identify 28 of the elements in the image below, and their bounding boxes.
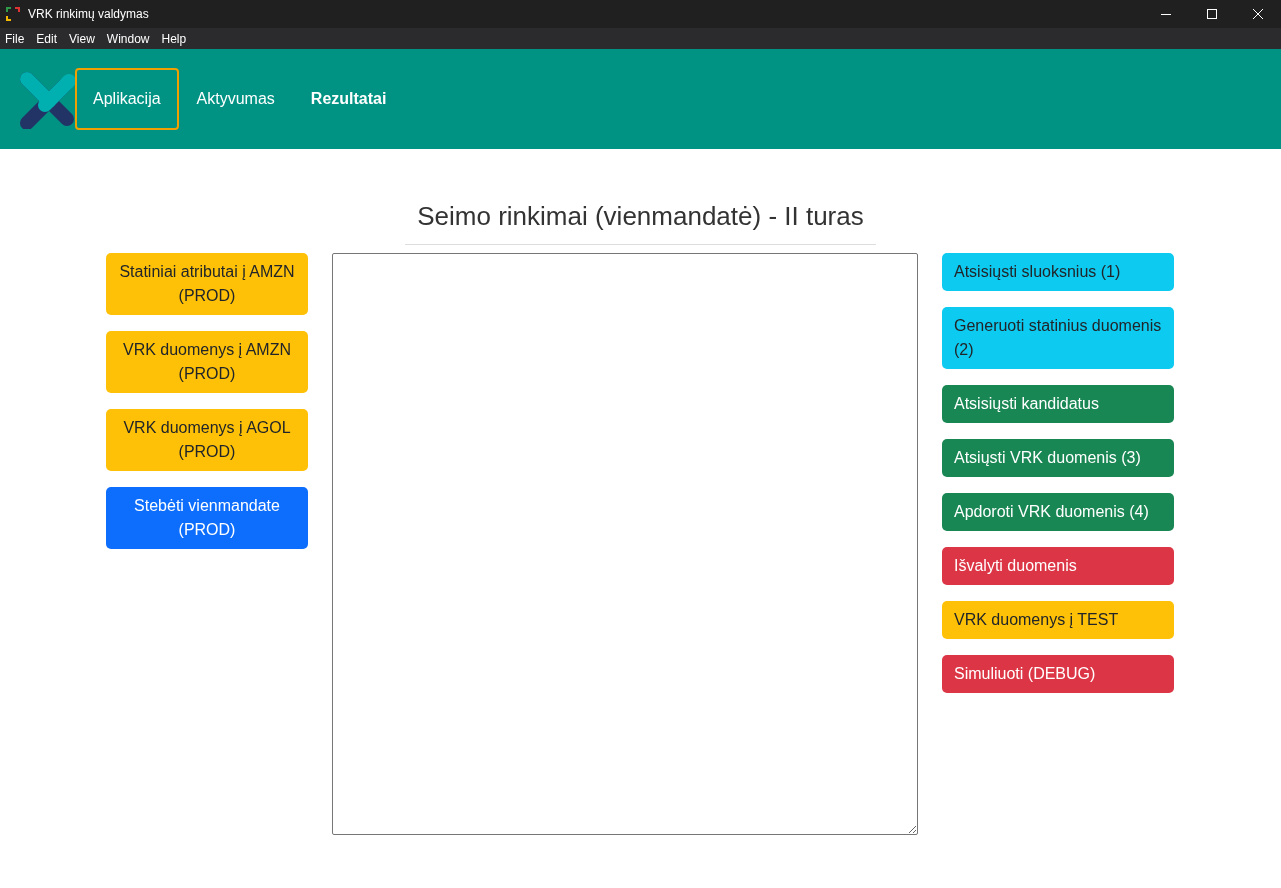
- action-button[interactable]: Simuliuoti (DEBUG): [942, 655, 1174, 693]
- action-button[interactable]: Atsiųsti VRK duomenis (3): [942, 439, 1174, 477]
- action-button[interactable]: Išvalyti duomenis: [942, 547, 1174, 585]
- menu-item[interactable]: Edit: [35, 29, 59, 48]
- log-text-area[interactable]: [332, 253, 918, 835]
- action-button[interactable]: Atsisiųsti sluoksnius (1): [942, 253, 1174, 291]
- action-button[interactable]: VRK duomenys į AGOL (PROD): [106, 409, 308, 471]
- nav-link[interactable]: Rezultatai: [292, 68, 405, 130]
- menu-item[interactable]: View: [68, 29, 96, 48]
- page-heading: Seimo rinkimai (vienmandatė) - II turas: [405, 197, 876, 245]
- x-logo-icon: [17, 69, 77, 129]
- action-button[interactable]: VRK duomenys į AMZN (PROD): [106, 331, 308, 393]
- action-button[interactable]: Statiniai atributai į AMZN (PROD): [106, 253, 308, 315]
- nav-link[interactable]: Aplikacija: [75, 68, 179, 130]
- minimize-icon: [1161, 13, 1171, 15]
- action-button[interactable]: Stebėti vienmandate (PROD): [106, 487, 308, 549]
- action-button[interactable]: Apdoroti VRK duomenis (4): [942, 493, 1174, 531]
- menu-item[interactable]: Window: [105, 29, 151, 48]
- app-logo-icon: [6, 7, 20, 21]
- action-button[interactable]: Generuoti statinius duomenis (2): [942, 307, 1174, 369]
- maximize-icon: [1207, 9, 1217, 19]
- menu-item[interactable]: Help: [160, 29, 188, 48]
- close-icon: [1253, 9, 1263, 19]
- nav-link[interactable]: Aktyvumas: [178, 68, 293, 130]
- action-button[interactable]: Atsisiųsti kandidatus: [942, 385, 1174, 423]
- window-title: VRK rinkimų valdymas: [28, 6, 149, 23]
- action-button[interactable]: VRK duomenys į TEST: [942, 601, 1174, 639]
- menu-item[interactable]: File: [4, 29, 26, 48]
